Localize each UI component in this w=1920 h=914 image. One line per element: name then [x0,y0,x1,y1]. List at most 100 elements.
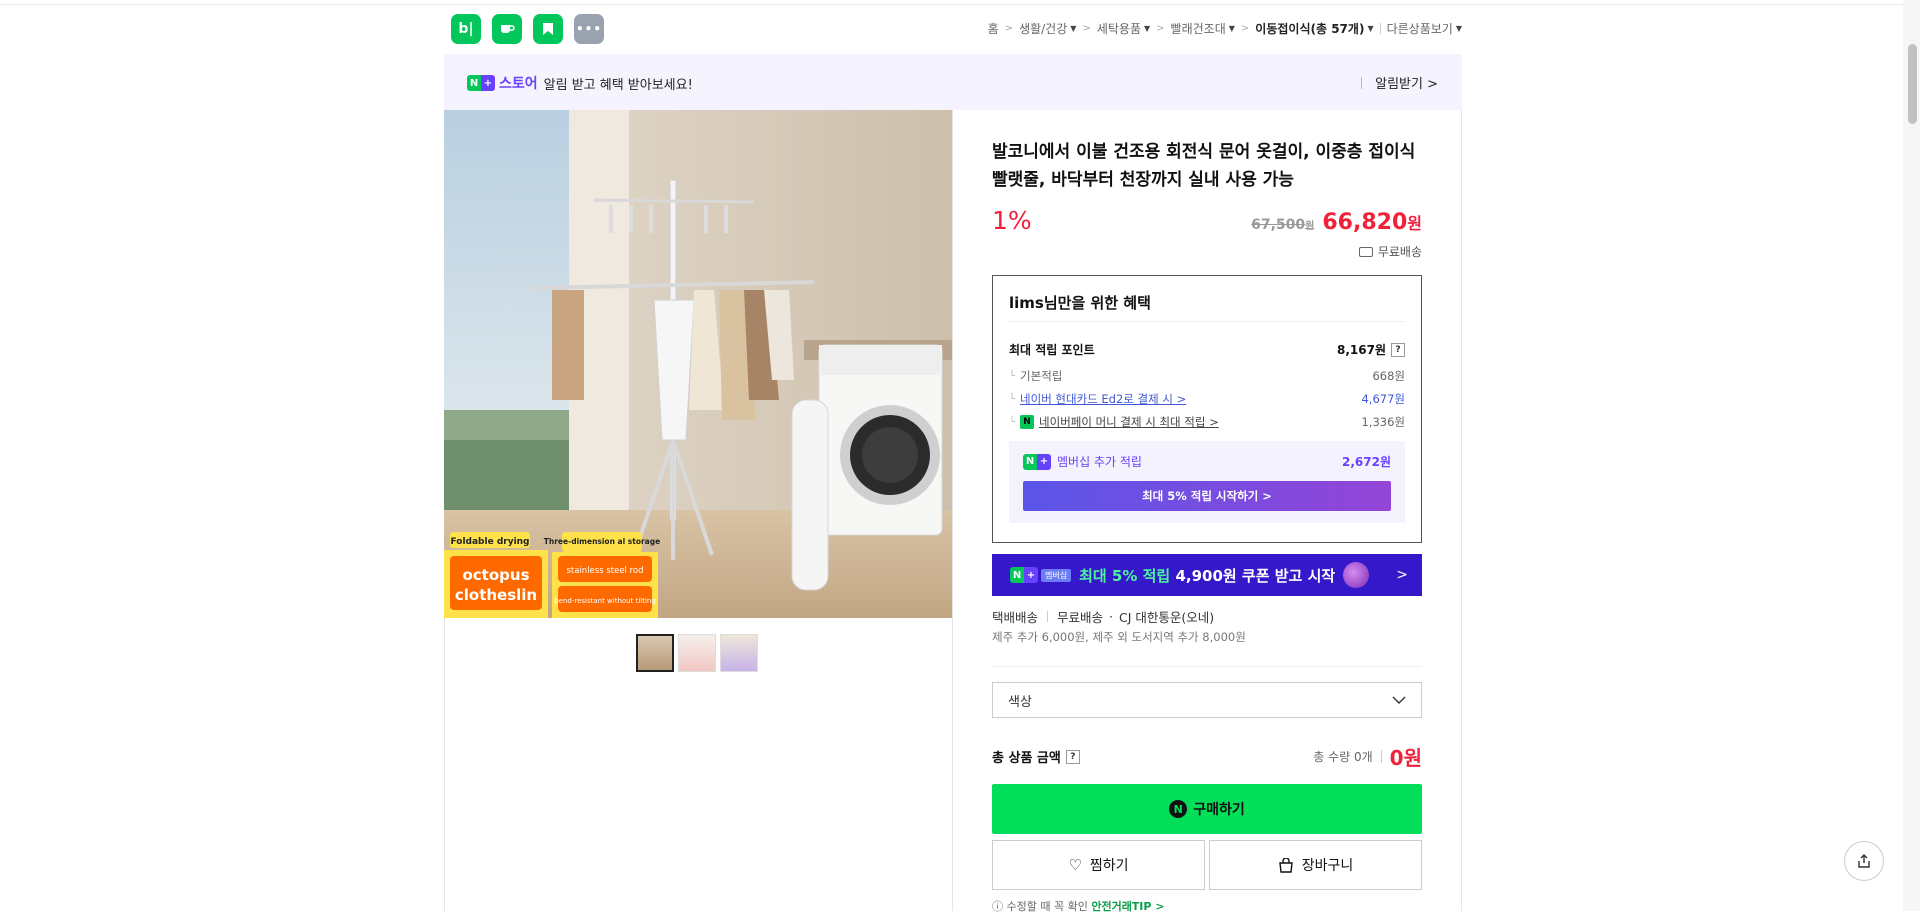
divider [1009,321,1405,322]
column-divider [952,110,953,911]
page-scrollbar[interactable] [1903,0,1920,911]
chevron-right-icon: > [1396,567,1408,583]
sale-price-value: 66,820 [1322,210,1407,235]
cafe-app-icon[interactable] [492,14,522,44]
safe-tip-prefix: ⓘ 수정할 때 꼭 확인 [992,900,1088,913]
tree-branch-icon: └ [1009,371,1015,382]
free-shipping-label: 무료배송 [1378,243,1422,260]
sale-price: 66,820원 [1322,210,1422,235]
benefit-box: lims님만을 위한 혜택 최대 적립 포인트 8,167원? └기본적립 66… [992,275,1422,543]
alert-subscribe-button[interactable]: 알림받기 > [1361,73,1438,92]
promo-text: 최대 5% 적립 4,900원 쿠폰 받고 시작 [1079,565,1335,586]
membership-start-button[interactable]: 최대 5% 적립 시작하기 > [1023,481,1391,511]
discount-rate: 1% [992,206,1032,235]
store-alert-message: N+ 스토어 알림 받고 혜택 받아보세요! [467,73,693,93]
membership-area: N+멤버십 추가 적립 2,672원 최대 5% 적립 시작하기 > [1009,441,1405,523]
shipping-type: 택배배송 [992,607,1038,626]
color-option-placeholder: 색상 [1008,691,1032,710]
tree-branch-icon: └ [1009,417,1015,428]
naver-plus-logo-icon: N+ [467,75,495,91]
breadcrumb-drying-rack[interactable]: 빨래건조대▼ [1171,20,1235,37]
image-brand-line1: octopus [462,566,529,584]
store-alert-text: 알림 받고 혜택 받아보세요! [544,74,693,93]
image-tag-foldable: Foldable drying [450,537,529,547]
free-shipping-badge: 무료배송 [1359,243,1422,260]
basic-points-row: └기본적립 668원 [1009,368,1405,384]
thumbnail-strip [636,634,758,672]
breadcrumb-separator-icon: > [1082,23,1090,34]
breadcrumb-current[interactable]: 이동접이식(총 57개)▼ [1255,20,1373,37]
product-main-image[interactable]: Foldable drying octopus clotheslin Three… [444,110,952,618]
onion-mascot-icon [1343,562,1369,588]
blog-app-icon[interactable]: b| [451,14,481,44]
caret-down-icon: ▼ [1456,24,1462,33]
total-quantity: 총 수량 0개 [1313,748,1372,765]
thumbnail-2[interactable] [678,634,716,672]
membership-label-wrap: N+멤버십 추가 적립 [1023,453,1142,470]
membership-label: 멤버십 추가 적립 [1057,453,1142,470]
cart-button[interactable]: 장바구니 [1209,840,1422,890]
buy-button[interactable]: N 구매하기 [992,784,1422,834]
caret-down-icon: ▼ [1070,24,1076,33]
truck-icon [1359,247,1373,257]
shipping-fee: 무료배송 [1057,607,1103,626]
color-option-select[interactable]: 색상 [992,682,1422,718]
help-icon[interactable]: ? [1066,750,1080,764]
share-button[interactable] [1844,841,1884,881]
card-points-link[interactable]: 네이버 현대카드 Ed2로 결제 시 > [1020,391,1186,407]
more-apps-icon[interactable]: ••• [574,14,604,44]
app-icon-row: b| ••• [451,14,604,44]
wishlist-button[interactable]: ♡ 찜하기 [992,840,1205,890]
promo-badge: N+ 멤버십 [1010,567,1071,583]
secondary-action-row: ♡ 찜하기 장바구니 [992,840,1422,890]
breadcrumb-home[interactable]: 홈 [988,20,999,37]
membership-row: N+멤버십 추가 적립 2,672원 [1023,453,1391,470]
max-points-value-wrap: 8,167원? [1337,341,1405,358]
npay-points-label-wrap: └ N 네이버페이 머니 결제 시 최대 적립 > [1009,414,1219,430]
membership-promo-banner[interactable]: N+ 멤버십 최대 5% 적립 4,900원 쿠폰 받고 시작 > [992,554,1422,596]
max-points-row: 최대 적립 포인트 8,167원? [1009,341,1405,358]
caret-down-icon: ▼ [1367,24,1373,33]
card-points-value: 4,677원 [1361,391,1405,407]
heart-icon: ♡ [1068,856,1081,874]
image-brand-line2: clotheslin [455,586,537,604]
breadcrumb-separator-icon: > [1156,23,1164,34]
npay-points-value: 1,336원 [1361,414,1405,430]
divider [992,666,1422,667]
breadcrumb-label: 홈 [988,20,999,37]
thumbnail-3[interactable] [720,634,758,672]
naverpay-icon: N [1020,415,1034,429]
max-points-value: 8,167원 [1337,341,1386,358]
divider [1361,77,1362,89]
safe-tip-link: 안전거래TIP > [1091,900,1164,913]
breadcrumb-laundry[interactable]: 세탁용품▼ [1097,20,1150,37]
basic-points-value: 668원 [1372,368,1405,384]
other-products-button[interactable]: 다른상품보기▼ [1387,20,1462,37]
safe-trade-tip[interactable]: ⓘ 수정할 때 꼭 확인 안전거래TIP > [992,898,1165,914]
buy-label: 구매하기 [1193,799,1245,819]
original-price-value: 67,500 [1251,217,1305,233]
help-icon[interactable]: ? [1391,343,1405,357]
breadcrumb-divider [1380,23,1381,34]
divider [1047,611,1048,622]
bookmark-app-icon[interactable] [533,14,563,44]
npay-points-row: └ N 네이버페이 머니 결제 시 최대 적립 > 1,336원 [1009,414,1405,430]
total-price: 0원 [1390,742,1422,771]
breadcrumb-label: 세탁용품 [1097,20,1141,37]
image-feature-2: bend-resistant without tilting [554,597,656,605]
npay-points-link[interactable]: 네이버페이 머니 결제 시 최대 적립 > [1039,414,1219,430]
thumbnail-1[interactable] [636,634,674,672]
wishlist-label: 찜하기 [1090,855,1129,875]
breadcrumb-life-health[interactable]: 생활/건강▼ [1019,20,1076,37]
max-points-label: 최대 적립 포인트 [1009,341,1095,358]
page-header: b| ••• 홈 > 생활/건강▼ > 세탁용품▼ > 빨래건조대▼ > 이동접… [444,14,1462,44]
product-page: b| ••• 홈 > 생활/건강▼ > 세탁용품▼ > 빨래건조대▼ > 이동접… [444,0,1462,911]
promo-text-main: 4,900원 쿠폰 받고 시작 [1175,567,1335,585]
scrollbar-thumb[interactable] [1908,44,1917,124]
currency-unit: 원 [1305,221,1314,232]
divider [1381,750,1382,763]
card-points-row: └네이버 현대카드 Ed2로 결제 시 > 4,677원 [1009,391,1405,407]
total-price-row: 총 상품 금액? 총 수량 0개 0원 [992,742,1422,771]
alert-subscribe-label: 알림받기 > [1375,73,1438,92]
currency-unit: 원 [1407,214,1422,233]
